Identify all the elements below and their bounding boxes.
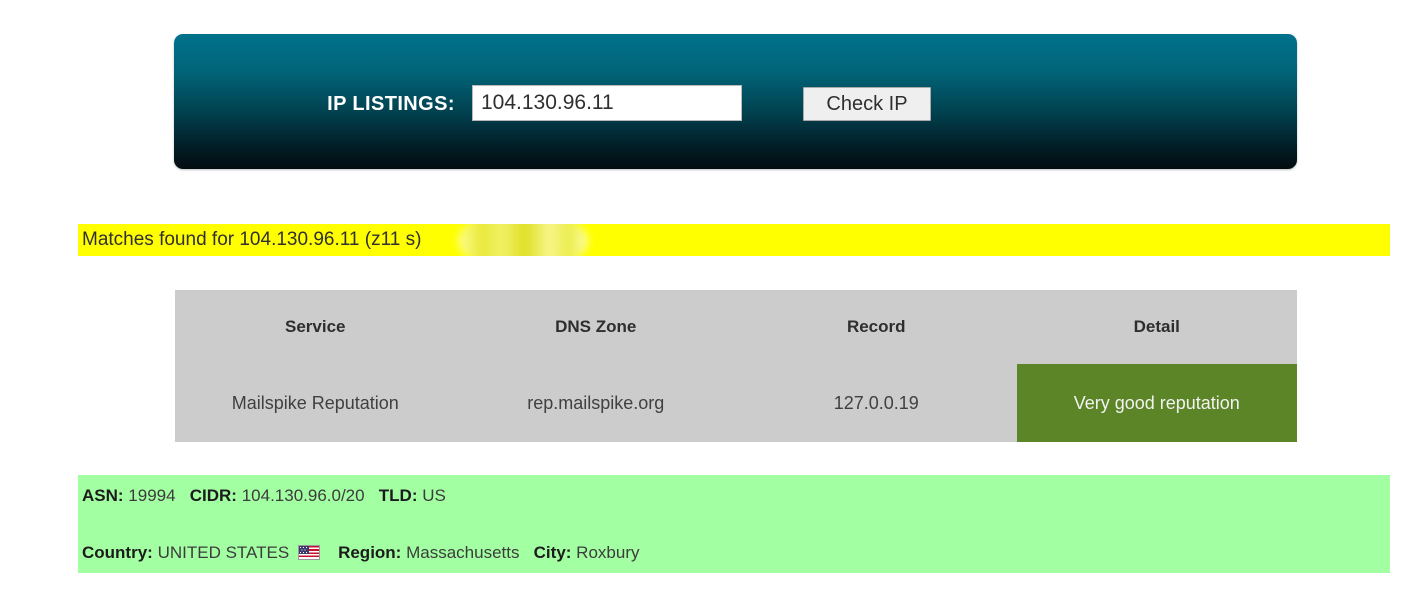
asn-label: ASN: xyxy=(82,486,124,505)
redaction-blur-overlay xyxy=(458,224,588,256)
cidr-label: CIDR: xyxy=(189,486,237,505)
column-header-record: Record xyxy=(736,290,1017,364)
cidr-value: 104.130.96.0/20 xyxy=(241,486,365,505)
geo-network-line: ASN: 19994 CIDR: 104.130.96.0/20 TLD: US xyxy=(78,480,1390,512)
asn-value: 19994 xyxy=(128,486,176,505)
column-header-detail: Detail xyxy=(1016,290,1297,364)
ip-address-input[interactable] xyxy=(472,85,742,121)
blacklist-results-table: Service DNS Zone Record Detail Mailspike… xyxy=(175,290,1297,442)
country-label: Country: xyxy=(82,543,153,562)
tld-value: US xyxy=(422,486,446,505)
table-row: Mailspike Reputation rep.mailspike.org 1… xyxy=(175,364,1297,442)
matches-found-text: Matches found for 104.130.96.11 (z11 s) xyxy=(82,229,422,250)
column-header-dns-zone: DNS Zone xyxy=(455,290,736,364)
us-flag-icon xyxy=(297,545,320,560)
region-value: Massachusetts xyxy=(406,543,520,562)
ip-listings-panel: IP LISTINGS: Check IP xyxy=(174,34,1297,169)
country-value: UNITED STATES xyxy=(157,543,290,562)
city-label: City: xyxy=(533,543,572,562)
geo-info-panel: ASN: 19994 CIDR: 104.130.96.0/20 TLD: US… xyxy=(78,475,1390,573)
cell-dns-zone: rep.mailspike.org xyxy=(455,364,736,442)
ip-listings-label: IP LISTINGS: xyxy=(327,93,455,115)
region-label: Region: xyxy=(338,543,402,562)
cell-record: 127.0.0.19 xyxy=(736,364,1017,442)
matches-found-banner: Matches found for 104.130.96.11 (z11 s) xyxy=(78,224,1390,256)
city-value: Roxbury xyxy=(576,543,640,562)
column-header-service: Service xyxy=(175,290,456,364)
cell-detail-status: Very good reputation xyxy=(1016,364,1297,442)
cell-service: Mailspike Reputation xyxy=(175,364,456,442)
tld-label: TLD: xyxy=(378,486,418,505)
geo-location-line: Country: UNITED STATES Region: Massachus… xyxy=(78,537,1390,569)
table-header-row: Service DNS Zone Record Detail xyxy=(175,290,1297,364)
check-ip-button[interactable]: Check IP xyxy=(803,87,931,121)
